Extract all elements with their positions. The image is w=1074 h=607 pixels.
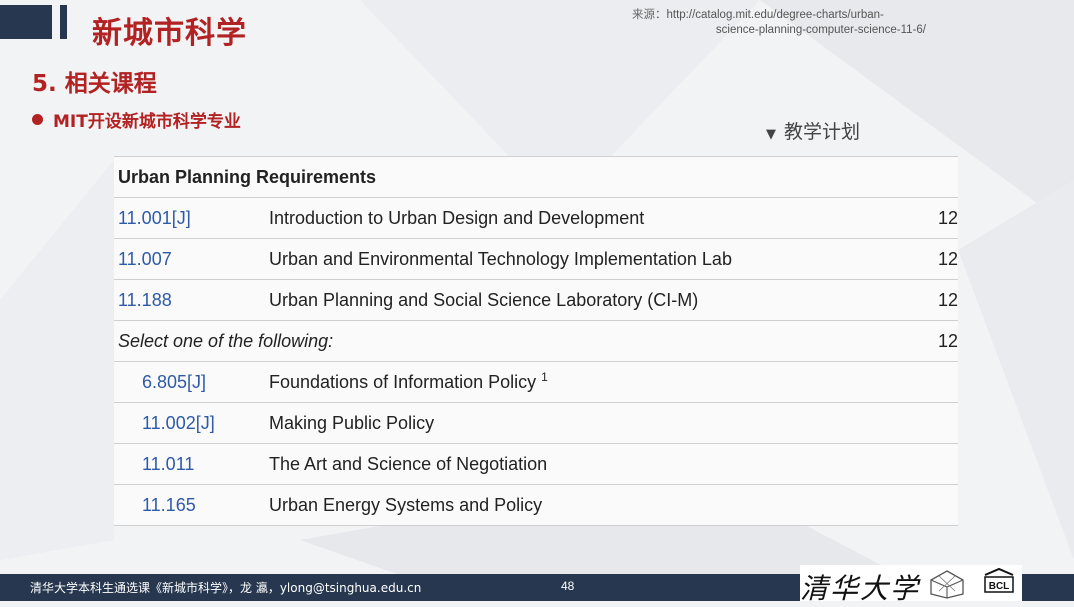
bcl-logo: BCL xyxy=(984,567,1014,593)
course-units: 12 xyxy=(937,290,958,310)
course-code-link[interactable]: 11.001[J] xyxy=(118,198,191,238)
table-heading-row: Urban Planning Requirements xyxy=(114,156,958,197)
course-code-link[interactable]: 11.002[J] xyxy=(142,403,215,443)
source-url-line-1: http://catalog.mit.edu/degree-charts/urb… xyxy=(666,9,884,21)
requirements-table: Urban Planning Requirements 11.001[J] In… xyxy=(114,156,958,526)
course-title: Making Public Policy xyxy=(269,413,435,433)
bcl-logo-text: BCL xyxy=(989,581,1010,592)
source-label: 来源： xyxy=(632,9,667,21)
source-citation: 来源：http://catalog.mit.edu/degree-charts/… xyxy=(632,8,932,38)
table-row: 11.011 The Art and Science of Negotiatio… xyxy=(114,443,958,484)
select-instruction: Select one of the following: xyxy=(118,331,334,351)
course-title: Introduction to Urban Design and Develop… xyxy=(269,208,645,228)
bullet-text: MIT开设新城市科学专业 xyxy=(53,112,241,132)
course-title: Urban Planning and Social Science Labora… xyxy=(269,290,699,310)
logo-area: 清华大学 BCL xyxy=(800,565,1022,605)
course-code-link[interactable]: 11.188 xyxy=(118,280,172,320)
table-row: 11.188 Urban Planning and Social Science… xyxy=(114,279,958,320)
course-title-text: Foundations of Information Policy xyxy=(269,372,537,392)
bullet-icon xyxy=(32,114,43,125)
table-row: 11.007 Urban and Environmental Technolog… xyxy=(114,238,958,279)
deck-title: 新城市科学 xyxy=(92,16,247,51)
section-title: 5. 相关课程 xyxy=(32,71,157,97)
emblem-icon xyxy=(930,570,964,599)
source-url-line-2: science-planning-computer-science-11-6/ xyxy=(715,24,926,36)
course-title: Urban and Environmental Technology Imple… xyxy=(269,249,732,269)
table-row: 11.001[J] Introduction to Urban Design a… xyxy=(114,197,958,238)
select-one-row: Select one of the following: 12 xyxy=(114,320,958,361)
course-title: Foundations of Information Policy 1 xyxy=(269,362,548,402)
triangle-down-icon: ▼ xyxy=(766,127,776,142)
course-code-link[interactable]: 6.805[J] xyxy=(142,362,206,402)
course-code-link[interactable]: 11.165 xyxy=(142,485,196,525)
course-title: The Art and Science of Negotiation xyxy=(269,454,548,474)
footer-text: 清华大学本科生通选课《新城市科学》，龙 瀛，ylong@tsinghua.edu… xyxy=(30,581,422,595)
course-title: Urban Energy Systems and Policy xyxy=(269,495,543,515)
header-accent-bar xyxy=(60,5,67,39)
course-units: 12 xyxy=(937,249,958,269)
table-heading: Urban Planning Requirements xyxy=(118,167,377,187)
plan-toggle[interactable]: ▼ 教学计划 xyxy=(766,117,860,144)
course-code-link[interactable]: 11.007 xyxy=(118,239,172,279)
table-row: 11.002[J] Making Public Policy xyxy=(114,402,958,443)
page-number: 48 xyxy=(561,579,575,593)
select-units: 12 xyxy=(937,331,958,351)
course-units: 12 xyxy=(937,208,958,228)
table-row: 11.165 Urban Energy Systems and Policy xyxy=(114,484,958,526)
course-code-link[interactable]: 11.011 xyxy=(142,444,194,484)
university-logo: 清华大学 xyxy=(800,572,921,605)
plan-toggle-label: 教学计划 xyxy=(784,121,861,143)
bullet-point: MIT开设新城市科学专业 xyxy=(32,107,241,132)
footnote-marker[interactable]: 1 xyxy=(541,370,548,384)
header-accent-block xyxy=(0,5,52,39)
table-row: 6.805[J] Foundations of Information Poli… xyxy=(114,361,958,402)
